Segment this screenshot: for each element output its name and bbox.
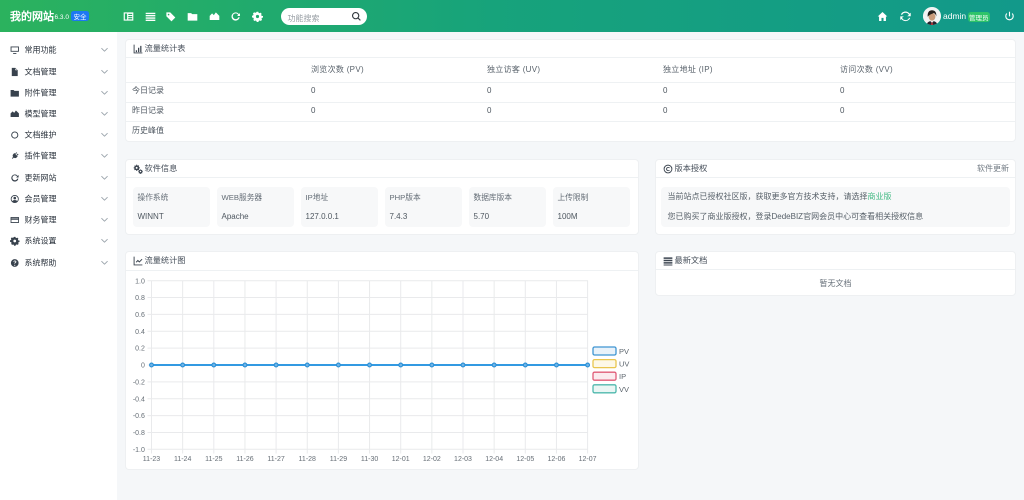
svg-text:12-04: 12-04 — [485, 456, 503, 463]
svg-text:1.0: 1.0 — [135, 278, 145, 285]
svg-text:12-05: 12-05 — [516, 456, 534, 463]
svg-text:-0.6: -0.6 — [132, 413, 144, 420]
svg-text:-0.2: -0.2 — [132, 379, 144, 386]
svg-text:UV: UV — [619, 360, 629, 369]
svg-text:0: 0 — [140, 363, 144, 370]
svg-text:11-30: 11-30 — [360, 456, 377, 463]
svg-text:11-25: 11-25 — [205, 456, 222, 463]
svg-text:12-07: 12-07 — [578, 456, 596, 463]
svg-text:-0.4: -0.4 — [132, 396, 144, 403]
svg-text:11-26: 11-26 — [236, 456, 253, 463]
svg-text:0.4: 0.4 — [135, 329, 145, 336]
svg-text:PV: PV — [619, 347, 629, 356]
svg-text:11-24: 11-24 — [173, 456, 190, 463]
svg-text:IP: IP — [619, 372, 626, 381]
svg-text:11-29: 11-29 — [329, 456, 346, 463]
svg-text:-1.0: -1.0 — [132, 447, 144, 454]
svg-text:11-28: 11-28 — [298, 456, 315, 463]
svg-text:12-06: 12-06 — [547, 456, 565, 463]
svg-text:VV: VV — [619, 385, 629, 394]
svg-text:12-01: 12-01 — [391, 456, 409, 463]
svg-text:11-27: 11-27 — [267, 456, 284, 463]
svg-text:0.8: 0.8 — [135, 295, 145, 302]
svg-text:12-03: 12-03 — [454, 456, 472, 463]
svg-text:12-02: 12-02 — [422, 456, 440, 463]
svg-text:11-23: 11-23 — [142, 456, 159, 463]
svg-text:0.6: 0.6 — [135, 312, 145, 319]
svg-text:-0.8: -0.8 — [132, 430, 144, 437]
svg-text:0.2: 0.2 — [135, 346, 145, 353]
